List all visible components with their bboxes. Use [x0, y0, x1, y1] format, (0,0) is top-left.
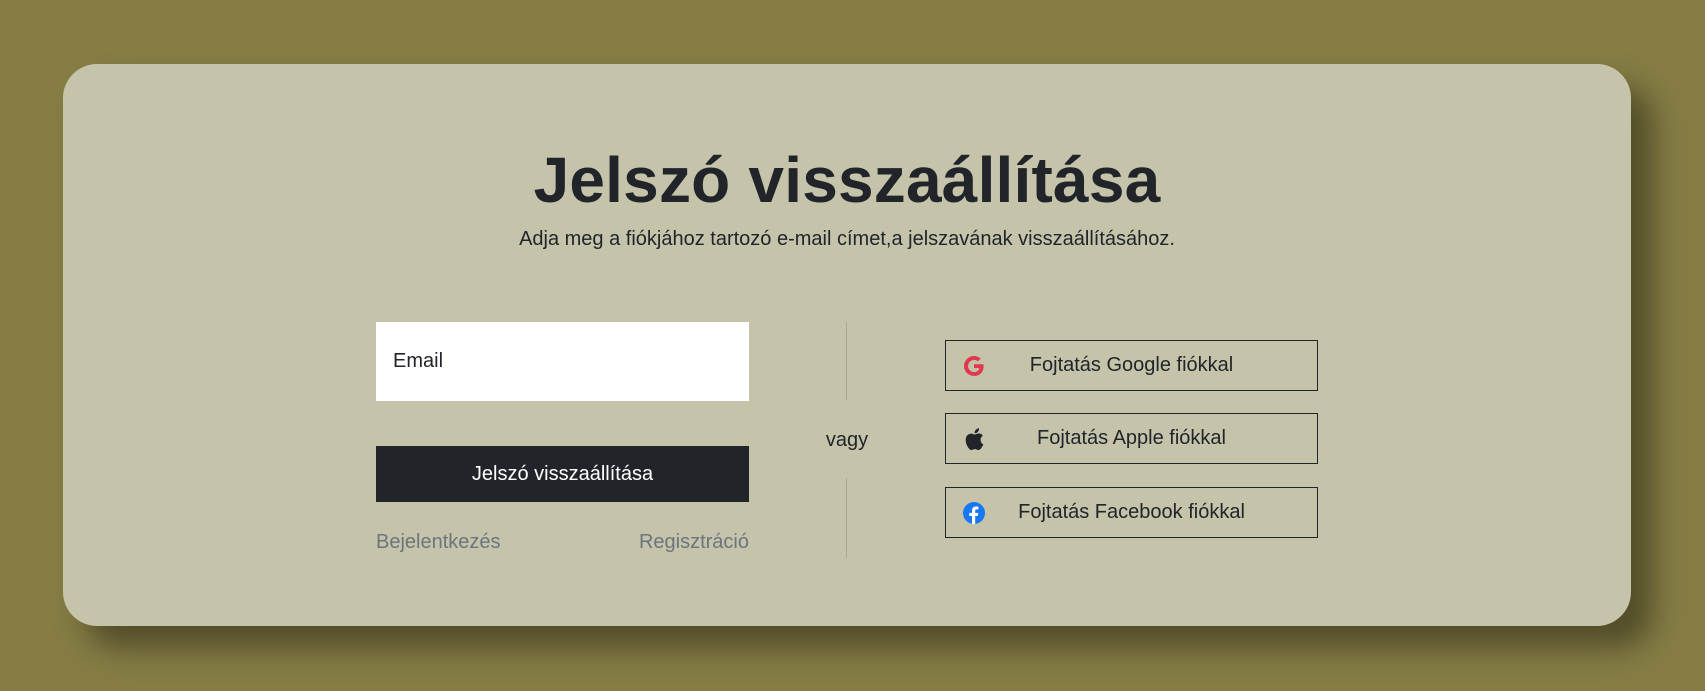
facebook-signin-button[interactable]: Fojtatás Facebook fiókkal [945, 487, 1318, 538]
or-separator: vagy [825, 429, 869, 451]
google-signin-button[interactable]: Fojtatás Google fiókkal [945, 340, 1318, 391]
login-link[interactable]: Bejelentkezés [376, 529, 501, 555]
facebook-signin-label: Fojtatás Facebook fiókkal [1018, 501, 1245, 523]
divider-bottom [846, 478, 847, 558]
reset-password-button[interactable]: Jelszó visszaállítása [376, 446, 749, 502]
apple-signin-button[interactable]: Fojtatás Apple fiókkal [945, 413, 1318, 464]
google-signin-label: Fojtatás Google fiókkal [1029, 354, 1234, 376]
apple-icon [961, 426, 987, 452]
google-icon [961, 353, 987, 379]
page-subtitle: Adja meg a fiókjához tartozó e-mail címe… [519, 228, 1175, 250]
register-link[interactable]: Regisztráció [633, 529, 749, 555]
facebook-icon [961, 500, 987, 526]
divider-top [846, 322, 847, 400]
page-title: Jelszó visszaállítása [533, 144, 1161, 216]
reset-password-card: Jelszó visszaállítása Adja meg a fiókjáh… [63, 64, 1631, 626]
email-field[interactable] [376, 322, 749, 401]
apple-signin-label: Fojtatás Apple fiókkal [1037, 427, 1226, 449]
